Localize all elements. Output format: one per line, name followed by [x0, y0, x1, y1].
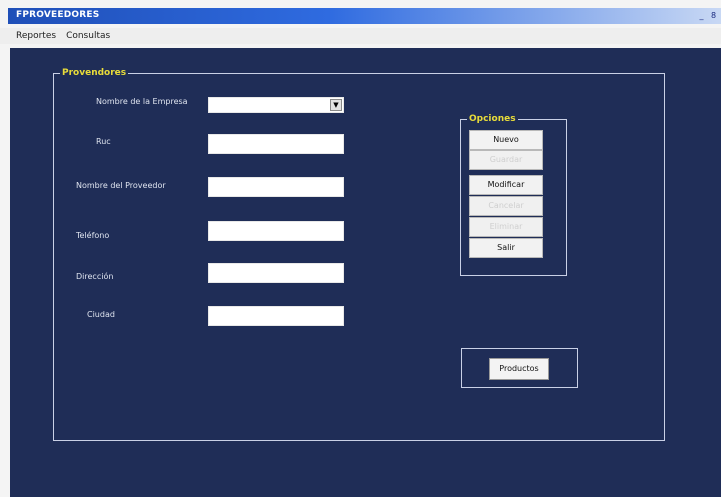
form-client-area: Provendores Nombre de la Empresa ▼ Ruc N…: [10, 48, 721, 497]
label-ruc: Ruc: [96, 137, 111, 146]
label-nombre-empresa: Nombre de la Empresa: [96, 97, 188, 106]
salir-button[interactable]: Salir: [469, 238, 543, 258]
nuevo-button[interactable]: Nuevo: [469, 130, 543, 150]
menu-bar: Reportes Consultas: [0, 28, 721, 44]
proveedores-legend: Provendores: [60, 67, 129, 79]
eliminar-button[interactable]: Eliminar: [469, 217, 543, 237]
opciones-legend: Opciones: [467, 113, 518, 125]
label-direccion: Dirección: [76, 272, 114, 281]
minimize-button[interactable]: _: [696, 10, 707, 22]
label-ciudad: Ciudad: [87, 310, 115, 319]
direccion-input[interactable]: [208, 263, 344, 283]
cancelar-button[interactable]: Cancelar: [469, 196, 543, 216]
menu-reportes[interactable]: Reportes: [16, 28, 56, 44]
main-window: FPROVEEDORES _ 8 Reportes Consultas Prov…: [0, 0, 721, 497]
guardar-button[interactable]: Guardar: [469, 150, 543, 170]
window-title: FPROVEEDORES: [16, 10, 100, 20]
title-bar[interactable]: FPROVEEDORES _ 8: [8, 8, 721, 24]
nombre-proveedor-input[interactable]: [208, 177, 344, 197]
ciudad-input[interactable]: [208, 306, 344, 326]
proveedores-group: Provendores Nombre de la Empresa ▼ Ruc N…: [53, 67, 665, 441]
menu-consultas[interactable]: Consultas: [66, 28, 110, 44]
productos-group: Productos: [461, 348, 578, 388]
opciones-group: Opciones Nuevo Guardar Modificar Cancela…: [460, 113, 567, 276]
label-nombre-proveedor: Nombre del Proveedor: [76, 181, 166, 190]
window-controls: _ 8: [696, 8, 719, 24]
ruc-input[interactable]: [208, 134, 344, 154]
empresa-combobox[interactable]: ▼: [208, 97, 344, 113]
chevron-down-icon[interactable]: ▼: [330, 99, 342, 111]
productos-button[interactable]: Productos: [489, 358, 549, 380]
telefono-input[interactable]: [208, 221, 344, 241]
modificar-button[interactable]: Modificar: [469, 175, 543, 195]
label-telefono: Teléfono: [76, 231, 110, 240]
restore-button[interactable]: 8: [708, 10, 719, 22]
